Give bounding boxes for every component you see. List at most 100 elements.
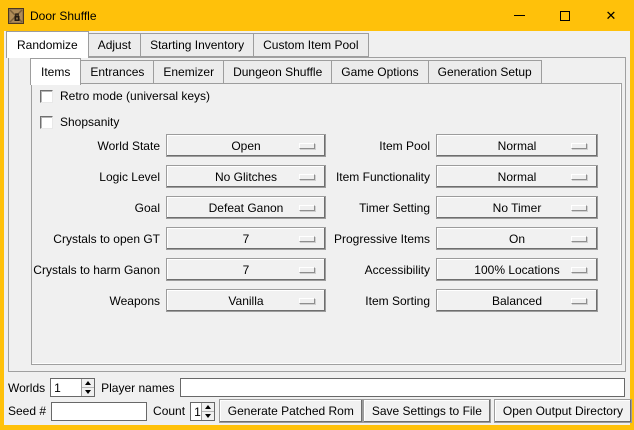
- weapons-dropdown[interactable]: Vanilla: [166, 289, 326, 312]
- timer-setting-dropdown[interactable]: No Timer: [436, 196, 598, 219]
- tab-game-options[interactable]: Game Options: [331, 60, 428, 84]
- main-tab-bar: Randomize Adjust Starting Inventory Cust…: [6, 31, 369, 57]
- close-button[interactable]: ✕: [588, 0, 634, 31]
- item-sorting-value: Balanced: [492, 294, 542, 308]
- shopsanity-checkbox[interactable]: [40, 116, 53, 129]
- item-functionality-value: Normal: [498, 170, 537, 184]
- randomize-tab-pane: Items Entrances Enemizer Dungeon Shuffle…: [8, 57, 626, 372]
- worlds-row: Worlds 1 Player names: [8, 378, 625, 397]
- tab-entrances[interactable]: Entrances: [80, 60, 154, 84]
- crystals-gt-label: Crystals to open GT: [32, 227, 160, 250]
- progressive-items-label: Progressive Items: [332, 227, 430, 250]
- retro-mode-checkbox-row: Retro mode (universal keys): [40, 89, 621, 103]
- dropdown-indicator-icon: [299, 205, 315, 211]
- timer-setting-label: Timer Setting: [332, 196, 430, 219]
- count-spinbox[interactable]: 1: [190, 402, 215, 421]
- dropdown-indicator-icon: [299, 267, 315, 273]
- tab-randomize[interactable]: Randomize: [6, 31, 89, 58]
- tab-dungeon-shuffle[interactable]: Dungeon Shuffle: [223, 60, 332, 84]
- tab-adjust[interactable]: Adjust: [88, 33, 141, 57]
- dropdown-indicator-icon: [571, 174, 587, 180]
- minimize-icon: [514, 15, 525, 16]
- logic-level-value: No Glitches: [215, 170, 277, 184]
- minimize-button[interactable]: [496, 0, 542, 31]
- spin-up-icon[interactable]: [202, 403, 214, 412]
- maximize-icon: [560, 11, 570, 21]
- spinner-buttons: [81, 379, 94, 396]
- close-icon: ✕: [606, 9, 617, 22]
- seed-input[interactable]: [51, 402, 147, 421]
- tab-starting-inventory[interactable]: Starting Inventory: [140, 33, 254, 57]
- weapons-label: Weapons: [32, 289, 160, 312]
- open-output-directory-button[interactable]: Open Output Directory: [494, 399, 632, 423]
- accessibility-label: Accessibility: [332, 258, 430, 281]
- client-area: Randomize Adjust Starting Inventory Cust…: [4, 31, 630, 425]
- goal-dropdown[interactable]: Defeat Ganon: [166, 196, 326, 219]
- items-tab-pane: Retro mode (universal keys) Shopsanity W…: [31, 83, 622, 365]
- logic-level-label: Logic Level: [32, 165, 160, 188]
- options-grid: World State Open Item Pool Normal Logic …: [32, 134, 621, 312]
- world-state-dropdown[interactable]: Open: [166, 134, 326, 157]
- app-window: Door Shuffle ✕ Randomize Adjust Starting…: [0, 0, 634, 430]
- maximize-button[interactable]: [542, 0, 588, 31]
- tab-items[interactable]: Items: [30, 58, 81, 85]
- world-state-value: Open: [231, 139, 260, 153]
- timer-setting-value: No Timer: [493, 201, 542, 215]
- item-sorting-label: Item Sorting: [332, 289, 430, 312]
- dropdown-indicator-icon: [299, 298, 315, 304]
- seed-row: Seed # Count 1 Generate Patched Rom Save…: [8, 399, 628, 423]
- progressive-items-dropdown[interactable]: On: [436, 227, 598, 250]
- save-settings-button[interactable]: Save Settings to File: [363, 399, 491, 423]
- door-shuffle-app-icon: [8, 8, 24, 24]
- item-functionality-dropdown[interactable]: Normal: [436, 165, 598, 188]
- bottom-controls: Worlds 1 Player names Seed # Count 1: [4, 372, 630, 425]
- crystals-gt-value: 7: [243, 232, 250, 246]
- shopsanity-checkbox-row: Shopsanity: [40, 115, 621, 129]
- player-names-input[interactable]: [180, 378, 626, 397]
- tab-generation-setup[interactable]: Generation Setup: [428, 60, 542, 84]
- dropdown-indicator-icon: [299, 143, 315, 149]
- generate-patched-rom-button[interactable]: Generate Patched Rom: [219, 399, 363, 423]
- shopsanity-label: Shopsanity: [60, 115, 119, 129]
- item-pool-label: Item Pool: [332, 134, 430, 157]
- dropdown-indicator-icon: [299, 236, 315, 242]
- dropdown-indicator-icon: [571, 205, 587, 211]
- spin-up-icon[interactable]: [82, 379, 94, 388]
- goal-label: Goal: [32, 196, 160, 219]
- player-names-label: Player names: [101, 381, 174, 395]
- item-functionality-label: Item Functionality: [332, 165, 430, 188]
- sub-tab-bar: Items Entrances Enemizer Dungeon Shuffle…: [30, 60, 542, 84]
- progressive-items-value: On: [509, 232, 525, 246]
- dropdown-indicator-icon: [571, 143, 587, 149]
- spin-down-icon[interactable]: [82, 388, 94, 396]
- crystals-ganon-dropdown[interactable]: 7: [166, 258, 326, 281]
- item-pool-dropdown[interactable]: Normal: [436, 134, 598, 157]
- tab-custom-item-pool[interactable]: Custom Item Pool: [253, 33, 368, 57]
- world-state-label: World State: [32, 134, 160, 157]
- goal-value: Defeat Ganon: [209, 201, 284, 215]
- accessibility-value: 100% Locations: [474, 263, 559, 277]
- tab-enemizer[interactable]: Enemizer: [153, 60, 224, 84]
- dropdown-indicator-icon: [571, 267, 587, 273]
- window-title: Door Shuffle: [30, 9, 97, 23]
- crystals-ganon-value: 7: [243, 263, 250, 277]
- logic-level-dropdown[interactable]: No Glitches: [166, 165, 326, 188]
- dropdown-indicator-icon: [571, 298, 587, 304]
- titlebar: Door Shuffle ✕: [0, 0, 634, 31]
- retro-mode-checkbox[interactable]: [40, 90, 53, 103]
- seed-label: Seed #: [8, 404, 46, 418]
- worlds-value: 1: [51, 379, 81, 396]
- count-value: 1: [191, 403, 201, 420]
- crystals-gt-dropdown[interactable]: 7: [166, 227, 326, 250]
- weapons-value: Vanilla: [228, 294, 263, 308]
- worlds-spinbox[interactable]: 1: [50, 378, 95, 397]
- dropdown-indicator-icon: [571, 236, 587, 242]
- spinner-buttons: [201, 403, 214, 420]
- dropdown-indicator-icon: [299, 174, 315, 180]
- spin-down-icon[interactable]: [202, 412, 214, 420]
- item-pool-value: Normal: [498, 139, 537, 153]
- retro-mode-label: Retro mode (universal keys): [60, 89, 210, 103]
- accessibility-dropdown[interactable]: 100% Locations: [436, 258, 598, 281]
- crystals-ganon-label: Crystals to harm Ganon: [32, 258, 160, 281]
- item-sorting-dropdown[interactable]: Balanced: [436, 289, 598, 312]
